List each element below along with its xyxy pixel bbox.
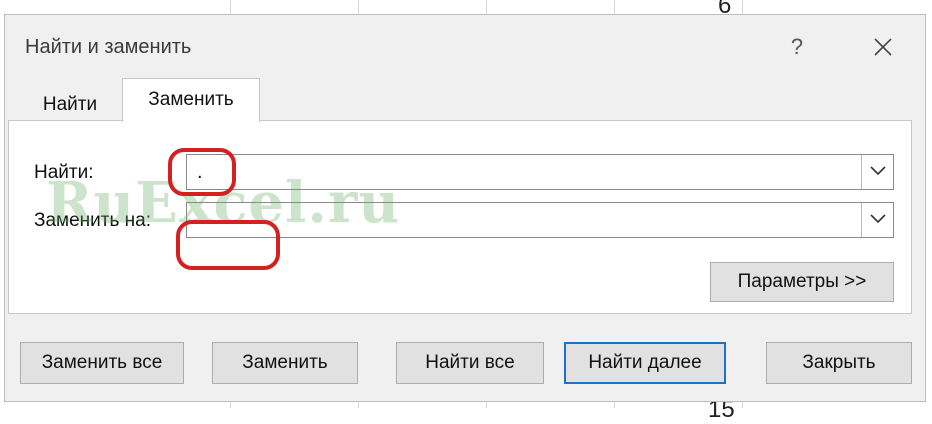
options-button[interactable]: Параметры >> bbox=[710, 262, 894, 302]
tab-replace[interactable]: Заменить bbox=[122, 78, 260, 122]
find-label: Найти: bbox=[34, 162, 94, 183]
replace-dropdown-button[interactable] bbox=[861, 203, 893, 237]
chevron-down-icon bbox=[870, 166, 886, 176]
find-next-button[interactable]: Найти далее bbox=[564, 342, 726, 384]
close-button[interactable]: Закрыть bbox=[766, 342, 912, 384]
replace-button[interactable]: Заменить bbox=[212, 342, 358, 384]
find-all-button[interactable]: Найти все bbox=[396, 342, 544, 384]
find-input[interactable] bbox=[191, 155, 863, 189]
replace-input[interactable] bbox=[191, 203, 863, 237]
replace-label: Заменить на: bbox=[34, 210, 151, 231]
chevron-down-icon bbox=[870, 214, 886, 224]
dialog-title: Найти и заменить bbox=[25, 36, 192, 58]
help-button[interactable]: ? bbox=[781, 31, 813, 63]
find-dropdown-button[interactable] bbox=[861, 155, 893, 189]
tab-find[interactable]: Найти bbox=[20, 90, 120, 122]
replace-combobox[interactable] bbox=[186, 202, 894, 238]
find-combobox[interactable] bbox=[186, 154, 894, 190]
close-icon[interactable] bbox=[867, 31, 899, 63]
replace-all-button[interactable]: Заменить все bbox=[20, 342, 184, 384]
